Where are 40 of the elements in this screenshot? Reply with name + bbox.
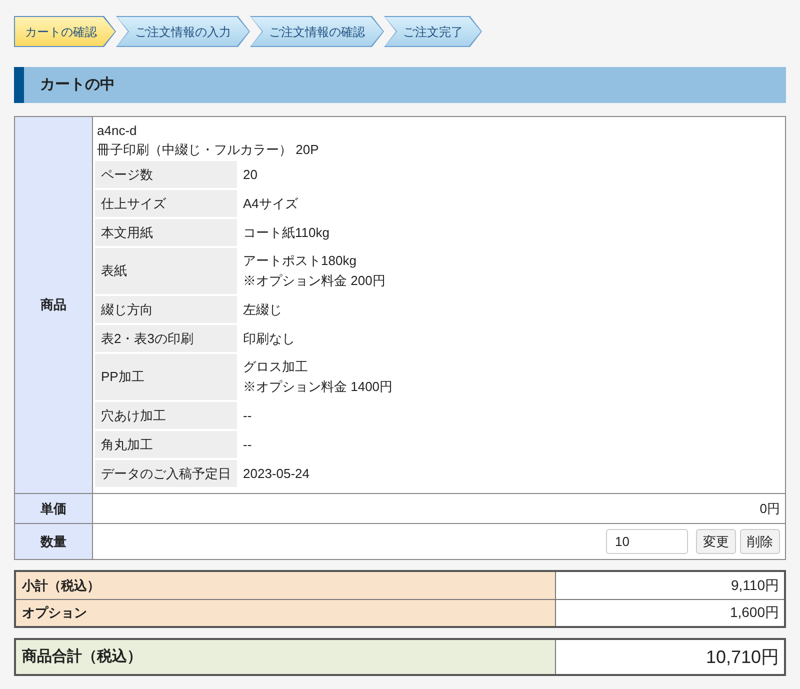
spec-value: 20 (242, 166, 258, 184)
step-tab[interactable]: カートの確認 (14, 16, 116, 47)
spec-label: 仕上サイズ (95, 190, 237, 217)
spec-value: 印刷なし (242, 330, 296, 348)
spec-label: ページ数 (95, 161, 237, 188)
quantity-field[interactable]: 10 (606, 529, 688, 554)
spec-value: -- (242, 436, 253, 454)
spec-label: 綴じ方向 (95, 296, 237, 323)
spec-value: -- (242, 406, 253, 424)
total-label: 商品合計（税込） (15, 639, 555, 675)
subtotal-label: オプション (15, 599, 555, 627)
change-button[interactable]: 変更 (696, 529, 736, 554)
spec-label: 本文用紙 (95, 219, 237, 246)
spec-label: 表2・表3の印刷 (95, 325, 237, 352)
spec-label: データのご入稿予定日 (95, 460, 237, 487)
spec-label: PP加工 (95, 354, 237, 400)
step-tab[interactable]: ご注文情報の確認 (250, 16, 384, 47)
spec-value: コート紙110kg (242, 224, 330, 242)
row-header: 商品 (14, 116, 92, 494)
spec-label: 角丸加工 (95, 431, 237, 458)
unit-price: 0円 (92, 494, 786, 524)
row-header: 数量 (14, 524, 92, 560)
spec-value: アートポスト180kg ※オプション料金 200円 (242, 252, 386, 290)
product-code: a4nc-d (97, 122, 138, 140)
subtotal-label: 小計（税込） (15, 571, 555, 599)
spec-label: 表紙 (95, 248, 237, 294)
total-value: 10,710円 (555, 639, 785, 675)
subtotal-value: 1,600円 (555, 599, 785, 627)
step-tab[interactable]: ご注文情報の入力 (116, 16, 250, 47)
product-name: 冊子印刷（中綴じ・フルカラー） 20P (97, 141, 320, 159)
spec-value: 左綴じ (242, 300, 283, 318)
section-title: カートの中 (40, 74, 115, 95)
spec-value: 2023-05-24 (242, 464, 310, 482)
spec-value: A4サイズ (242, 194, 299, 212)
row-header: 単価 (14, 494, 92, 524)
spec-label: 穴あけ加工 (95, 402, 237, 429)
subtotal-value: 9,110円 (555, 571, 785, 599)
spec-value: グロス加工 ※オプション料金 1400円 (242, 358, 393, 396)
step-tab[interactable]: ご注文完了 (384, 16, 482, 47)
delete-button[interactable]: 削除 (740, 529, 780, 554)
